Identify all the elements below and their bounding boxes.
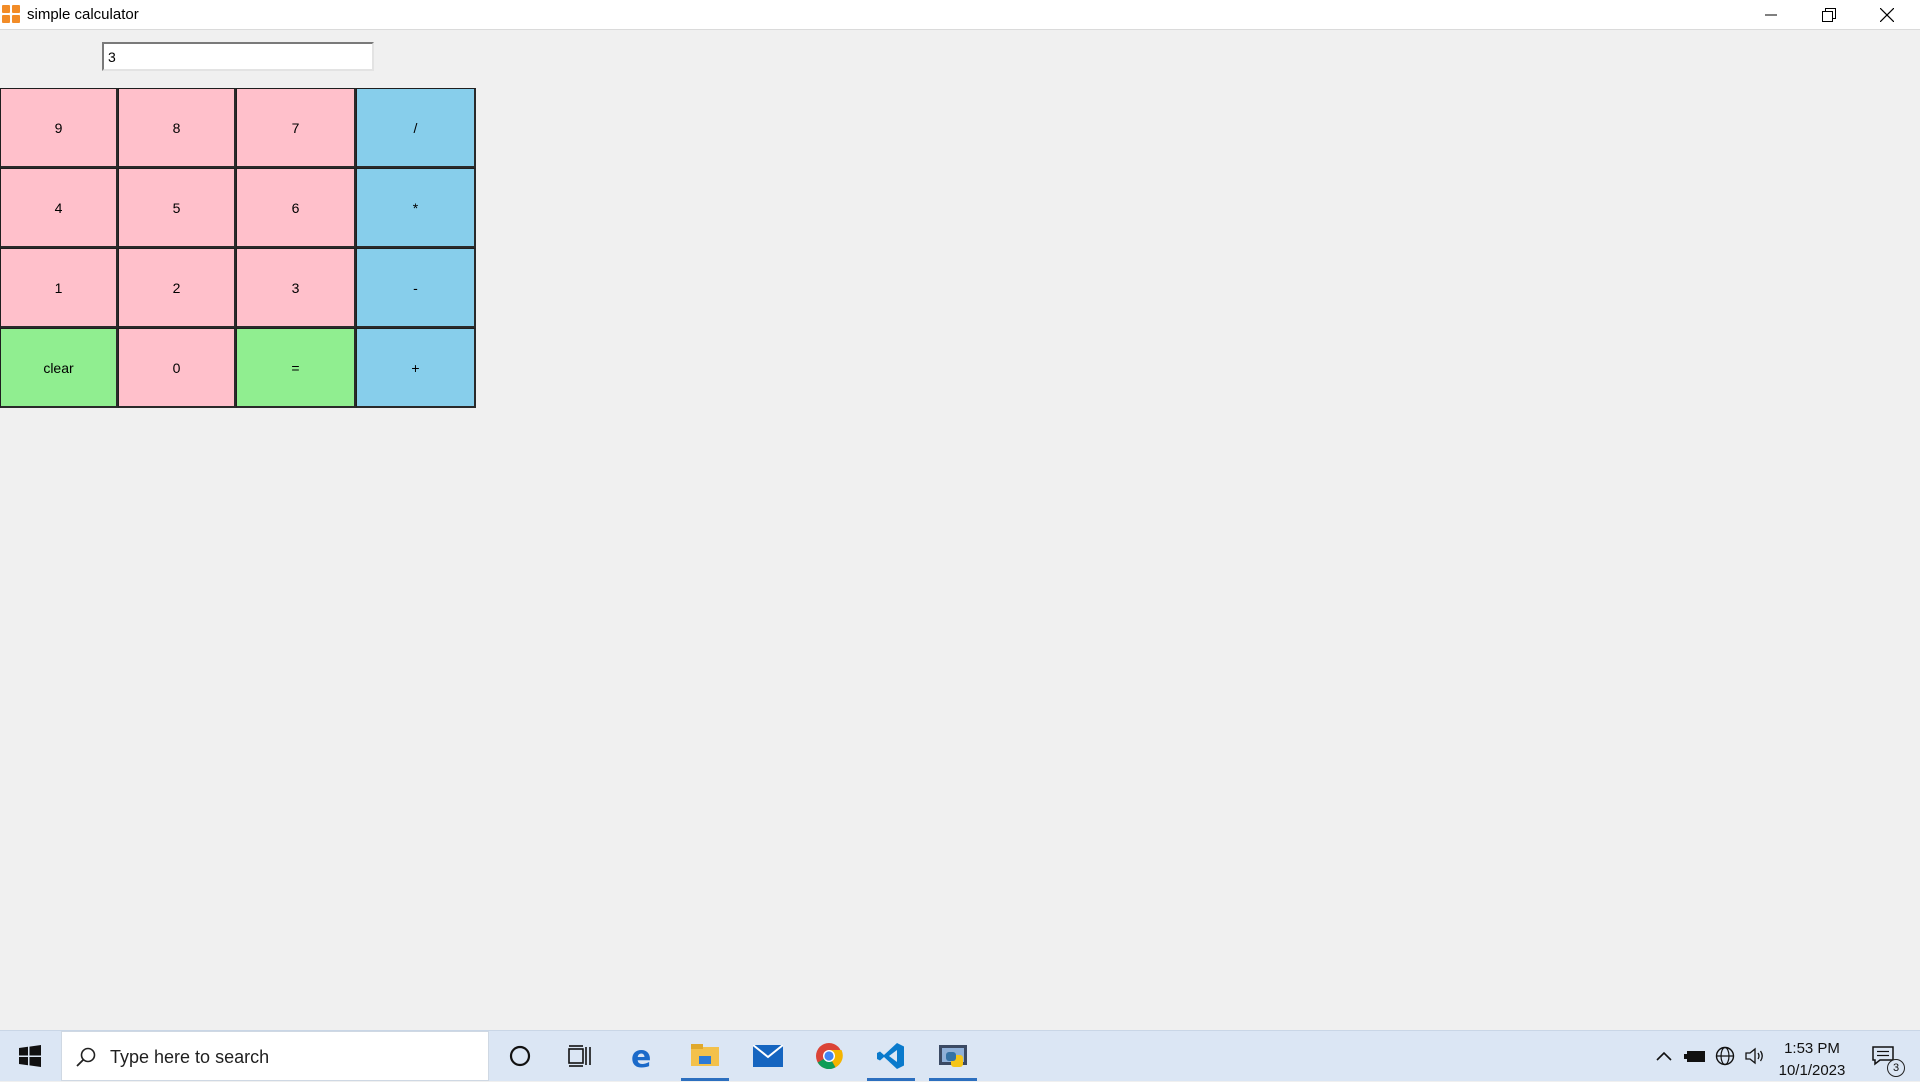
python-app-button[interactable] bbox=[925, 1031, 981, 1081]
vscode-button[interactable] bbox=[863, 1031, 919, 1081]
chevron-up-icon bbox=[1656, 1051, 1672, 1061]
network-button[interactable] bbox=[1712, 1031, 1738, 1081]
close-button[interactable] bbox=[1858, 0, 1916, 29]
key-4[interactable]: 4 bbox=[0, 168, 118, 248]
battery-icon bbox=[1684, 1051, 1705, 1062]
minimize-icon bbox=[1765, 14, 1777, 15]
taskbar: Type here to search e 1:53 PM 10/1/2023 … bbox=[0, 1030, 1920, 1081]
window-title: simple calculator bbox=[27, 6, 139, 23]
key-0[interactable]: 0 bbox=[118, 328, 236, 408]
notification-count-badge: 3 bbox=[1887, 1059, 1905, 1077]
key-5[interactable]: 5 bbox=[118, 168, 236, 248]
keypad: 9 8 7 / 4 5 6 * 1 2 3 - clear 0 = + bbox=[0, 88, 476, 408]
key-subtract[interactable]: - bbox=[356, 248, 476, 328]
speaker-icon bbox=[1745, 1047, 1763, 1065]
svg-text:e: e bbox=[631, 1042, 651, 1070]
key-multiply[interactable]: * bbox=[356, 168, 476, 248]
key-9[interactable]: 9 bbox=[0, 88, 118, 168]
volume-button[interactable] bbox=[1742, 1031, 1768, 1081]
restore-button[interactable] bbox=[1800, 0, 1858, 29]
windows-icon bbox=[19, 1045, 41, 1067]
key-1[interactable]: 1 bbox=[0, 248, 118, 328]
show-hidden-icons-button[interactable] bbox=[1652, 1031, 1676, 1081]
edge-icon: e bbox=[631, 1042, 651, 1070]
task-view-icon bbox=[568, 1045, 591, 1067]
clock-date: 10/1/2023 bbox=[1778, 1062, 1846, 1079]
taskbar-search[interactable]: Type here to search bbox=[61, 1031, 489, 1081]
start-button[interactable] bbox=[0, 1031, 60, 1081]
battery-button[interactable] bbox=[1682, 1031, 1708, 1081]
key-7[interactable]: 7 bbox=[236, 88, 356, 168]
restore-icon bbox=[1822, 7, 1836, 22]
vscode-icon bbox=[877, 1043, 904, 1069]
mail-button[interactable] bbox=[740, 1031, 796, 1081]
app-icon bbox=[2, 5, 20, 23]
minimize-button[interactable] bbox=[1742, 0, 1800, 29]
cortana-icon bbox=[509, 1045, 531, 1067]
key-3[interactable]: 3 bbox=[236, 248, 356, 328]
key-add[interactable]: + bbox=[356, 328, 476, 408]
close-icon bbox=[1880, 7, 1894, 22]
globe-icon bbox=[1715, 1046, 1735, 1066]
file-explorer-icon bbox=[691, 1044, 719, 1066]
key-divide[interactable]: / bbox=[356, 88, 476, 168]
search-icon bbox=[76, 1047, 96, 1067]
key-8[interactable]: 8 bbox=[118, 88, 236, 168]
cortana-button[interactable] bbox=[492, 1031, 548, 1081]
chrome-button[interactable] bbox=[801, 1031, 857, 1081]
calculator-display[interactable] bbox=[102, 42, 374, 71]
taskbar-clock[interactable]: 1:53 PM 10/1/2023 bbox=[1768, 1038, 1856, 1082]
clear-button[interactable]: clear bbox=[0, 328, 118, 408]
key-2[interactable]: 2 bbox=[118, 248, 236, 328]
search-placeholder: Type here to search bbox=[110, 1047, 270, 1067]
equals-button[interactable]: = bbox=[236, 328, 356, 408]
chrome-icon bbox=[816, 1043, 843, 1070]
key-6[interactable]: 6 bbox=[236, 168, 356, 248]
edge-button[interactable]: e bbox=[615, 1031, 671, 1081]
clock-time: 1:53 PM bbox=[1784, 1040, 1840, 1057]
file-explorer-button[interactable] bbox=[677, 1031, 733, 1081]
python-app-icon bbox=[939, 1045, 967, 1067]
mail-icon bbox=[753, 1045, 783, 1067]
title-bar: simple calculator bbox=[0, 0, 1920, 30]
task-view-button[interactable] bbox=[552, 1031, 608, 1081]
